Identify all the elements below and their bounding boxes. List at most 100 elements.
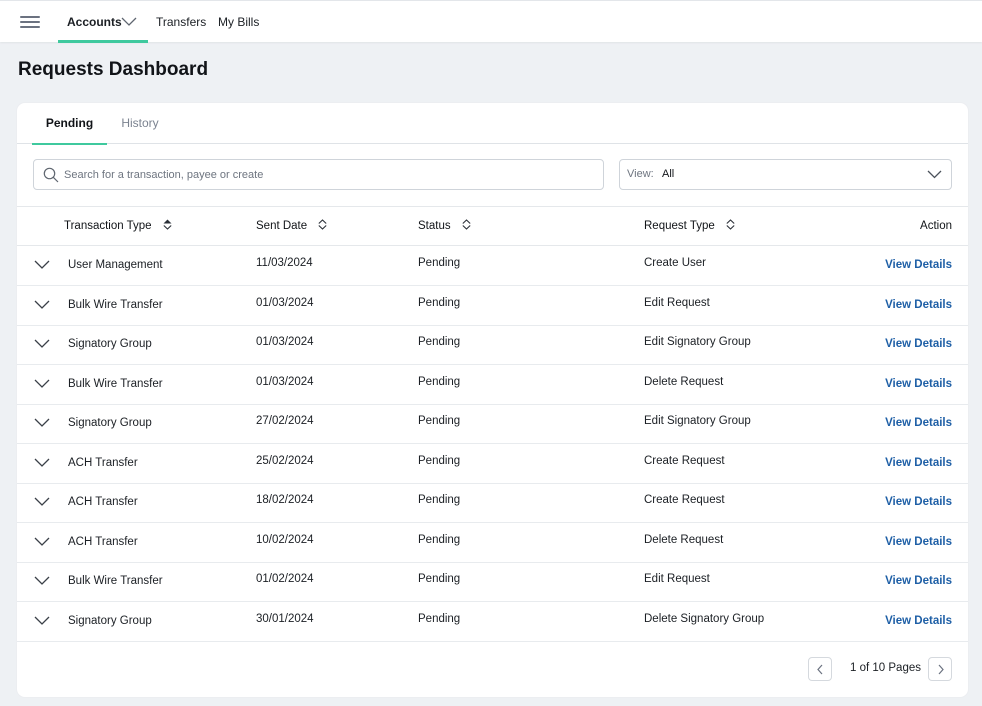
nav-transfers[interactable]: Transfers (156, 1, 206, 43)
search-box (33, 159, 604, 190)
view-details-link[interactable]: View Details (885, 575, 952, 587)
view-details-link[interactable]: View Details (885, 259, 952, 271)
sent-date-cell: 01/02/2024 (256, 573, 314, 585)
sent-date-cell: 01/03/2024 (256, 376, 314, 388)
column-header-label: Transaction Type (64, 220, 152, 232)
search-icon (43, 167, 59, 183)
status-cell: Pending (418, 297, 461, 309)
request-type-cell: Create Request (644, 455, 725, 467)
column-header-transaction-type[interactable]: Transaction Type (64, 207, 172, 246)
view-details-link[interactable]: View Details (885, 378, 952, 390)
status-cell: Pending (418, 613, 461, 625)
request-type-cell: Create User (644, 257, 706, 269)
expand-row-chevron-icon[interactable] (34, 458, 50, 467)
transaction-type-cell: Bulk Wire Transfer (68, 575, 163, 587)
expand-row-chevron-icon[interactable] (34, 616, 50, 625)
sent-date-cell: 11/03/2024 (256, 257, 313, 269)
transaction-type-cell: Bulk Wire Transfer (68, 299, 163, 311)
expand-row-chevron-icon[interactable] (34, 379, 50, 388)
table-row: ACH Transfer 25/02/2024 Pending Create R… (17, 444, 968, 484)
chevron-down-icon (121, 17, 137, 26)
requests-card: Pending History View: All Transaction Ty… (17, 103, 968, 697)
sort-icon (726, 219, 735, 231)
view-details-link[interactable]: View Details (885, 536, 952, 548)
column-header-action: Action (920, 220, 952, 232)
view-details-link[interactable]: View Details (885, 299, 952, 311)
table-row: Bulk Wire Transfer 01/03/2024 Pending De… (17, 365, 968, 405)
view-filter-select[interactable]: View: All (619, 159, 952, 190)
sent-date-cell: 10/02/2024 (256, 534, 314, 546)
column-header-label: Request Type (644, 220, 715, 232)
table-row: Bulk Wire Transfer 01/02/2024 Pending Ed… (17, 562, 968, 602)
transaction-type-cell: ACH Transfer (68, 496, 138, 508)
table-row: User Management 11/03/2024 Pending Creat… (17, 246, 968, 286)
transaction-type-cell: ACH Transfer (68, 457, 138, 469)
expand-row-chevron-icon[interactable] (34, 418, 50, 427)
expand-row-chevron-icon[interactable] (34, 497, 50, 506)
view-filter-value: All (662, 168, 675, 180)
status-cell: Pending (418, 257, 461, 269)
expand-row-chevron-icon[interactable] (34, 339, 50, 348)
nav-accounts[interactable]: Accounts (58, 1, 148, 43)
request-type-cell: Delete Request (644, 376, 724, 388)
request-type-cell: Delete Signatory Group (644, 613, 765, 625)
table-row: Signatory Group 30/01/2024 Pending Delet… (17, 602, 968, 642)
previous-page-button[interactable] (808, 657, 832, 681)
sent-date-cell: 27/02/2024 (256, 415, 314, 427)
chevron-down-icon (927, 170, 942, 179)
sent-date-cell: 01/03/2024 (256, 336, 314, 348)
next-page-button[interactable] (928, 657, 952, 681)
expand-row-chevron-icon[interactable] (34, 300, 50, 309)
table-row: Signatory Group 27/02/2024 Pending Edit … (17, 404, 968, 444)
tab-bar: Pending History (17, 103, 968, 145)
table-row: ACH Transfer 18/02/2024 Pending Create R… (17, 483, 968, 523)
request-type-cell: Create Request (644, 494, 725, 506)
transaction-type-cell: Signatory Group (68, 338, 152, 350)
search-input[interactable] (64, 164, 584, 185)
sent-date-cell: 25/02/2024 (256, 455, 314, 467)
column-header-label: Sent Date (256, 220, 308, 232)
table-header: Transaction Type Sent Date Status Reques… (17, 206, 968, 246)
sent-date-cell: 01/03/2024 (256, 297, 314, 309)
view-details-link[interactable]: View Details (885, 615, 952, 627)
transaction-type-cell: Signatory Group (68, 615, 152, 627)
page-title: Requests Dashboard (18, 59, 209, 80)
column-header-request-type[interactable]: Request Type (644, 207, 735, 246)
request-type-cell: Edit Signatory Group (644, 415, 751, 427)
sent-date-cell: 30/01/2024 (256, 613, 314, 625)
transaction-type-cell: Signatory Group (68, 417, 152, 429)
view-details-link[interactable]: View Details (885, 338, 952, 350)
view-details-link[interactable]: View Details (885, 457, 952, 469)
tab-history[interactable]: History (114, 103, 166, 144)
nav-my-bills[interactable]: My Bills (218, 1, 259, 43)
top-navigation-bar: Accounts Transfers My Bills (0, 0, 982, 43)
sent-date-cell: 18/02/2024 (256, 494, 314, 506)
column-header-sent-date[interactable]: Sent Date (256, 207, 327, 246)
request-type-cell: Edit Request (644, 573, 710, 585)
column-header-status[interactable]: Status (418, 207, 471, 246)
view-filter-label: View: (627, 168, 654, 180)
sort-active-icon (163, 219, 172, 231)
chevron-left-icon (817, 664, 823, 675)
status-cell: Pending (418, 573, 461, 585)
status-cell: Pending (418, 494, 461, 506)
expand-row-chevron-icon[interactable] (34, 537, 50, 546)
transaction-type-cell: Bulk Wire Transfer (68, 378, 163, 390)
view-details-link[interactable]: View Details (885, 417, 952, 429)
request-type-cell: Edit Signatory Group (644, 336, 751, 348)
pagination: 1 of 10 Pages (808, 657, 952, 681)
transaction-type-cell: User Management (68, 259, 163, 271)
expand-row-chevron-icon[interactable] (34, 576, 50, 585)
view-details-link[interactable]: View Details (885, 496, 952, 508)
chevron-right-icon (938, 664, 944, 675)
table-row: Bulk Wire Transfer 01/03/2024 Pending Ed… (17, 286, 968, 326)
request-type-cell: Edit Request (644, 297, 710, 309)
sort-icon (462, 219, 471, 231)
request-type-cell: Delete Request (644, 534, 724, 546)
column-header-label: Status (418, 220, 451, 232)
tab-pending[interactable]: Pending (32, 103, 107, 145)
hamburger-menu-icon[interactable] (20, 16, 40, 28)
nav-accounts-label: Accounts (67, 15, 122, 29)
status-cell: Pending (418, 455, 461, 467)
expand-row-chevron-icon[interactable] (34, 260, 50, 269)
